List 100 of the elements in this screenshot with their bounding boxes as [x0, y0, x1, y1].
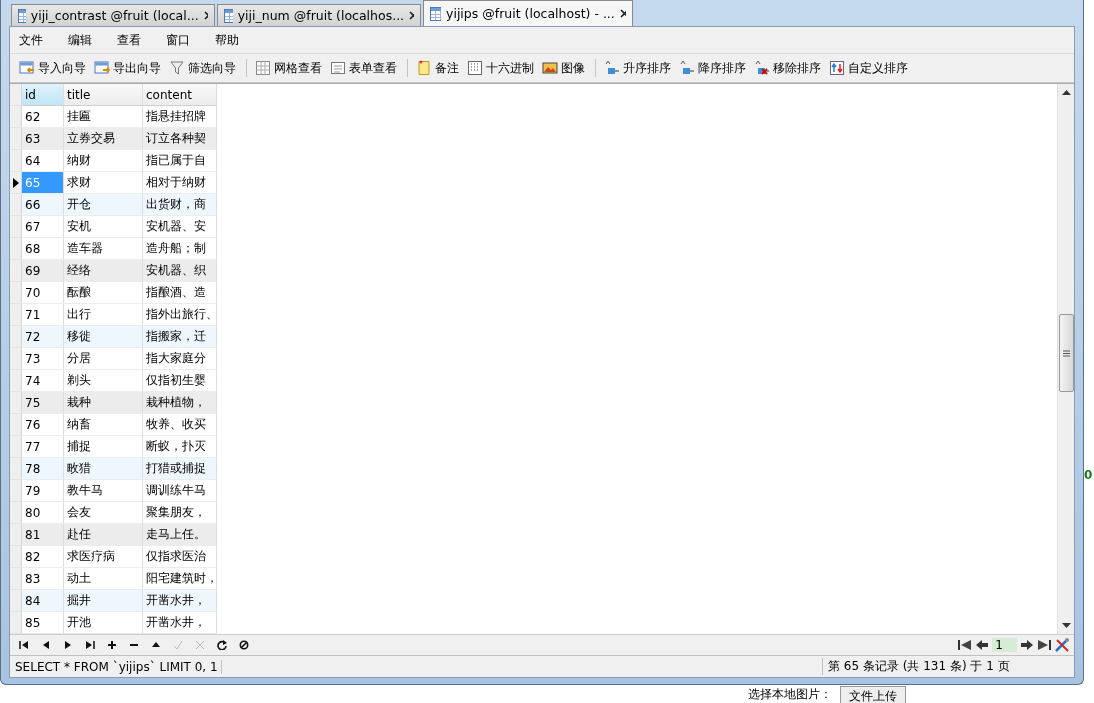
hex-icon: [467, 60, 483, 76]
menu-item[interactable]: 文件: [19, 31, 43, 49]
table-cell: 牧养、收买: [143, 414, 217, 436]
table-cell: 安机器、安: [143, 216, 217, 238]
toolbar-button[interactable]: 导入向导: [16, 59, 89, 77]
column-header[interactable]: content: [143, 84, 217, 106]
tab[interactable]: yiji_num @fruit (localhos...: [217, 4, 421, 26]
table-cell: 85: [22, 612, 64, 634]
scroll-down-icon[interactable]: [1061, 623, 1071, 628]
tools-icon[interactable]: [1054, 637, 1070, 653]
column-header[interactable]: title: [64, 84, 143, 106]
table-cell: 指大家庭分: [143, 348, 217, 370]
table-cell: 经络: [64, 260, 143, 282]
table-cell: 纳财: [64, 150, 143, 172]
previous-page-icon[interactable]: [975, 639, 990, 651]
image-icon: [542, 60, 558, 76]
table-cell: 走马上任。: [143, 524, 217, 546]
table-cell: 开池: [64, 612, 143, 634]
menu-item[interactable]: 编辑: [68, 31, 92, 49]
tab[interactable]: yijips @fruit (localhost) - ...: [423, 0, 633, 26]
table-cell: 72: [22, 326, 64, 348]
add-icon: [107, 640, 117, 650]
remove-icon: [754, 60, 770, 76]
menu-item[interactable]: 查看: [117, 31, 141, 49]
grid-icon: [255, 60, 271, 76]
toolbar-button[interactable]: 筛选向导: [166, 59, 239, 77]
table-cell: 82: [22, 546, 64, 568]
upload-button[interactable]: 文件上传: [840, 686, 906, 703]
table-cell: 76: [22, 414, 64, 436]
stop-icon: [239, 640, 249, 650]
table-cell: 75: [22, 392, 64, 414]
column-header[interactable]: id: [22, 84, 64, 106]
upload-label: 选择本地图片：: [748, 686, 832, 703]
table-cell: 赴任: [64, 524, 143, 546]
table-cell: 78: [22, 458, 64, 480]
toolbar-button[interactable]: 降序排序: [676, 59, 749, 77]
table-cell: 教牛马: [64, 480, 143, 502]
next-page-icon[interactable]: [1020, 639, 1034, 651]
table-cell: 开凿水井，: [143, 612, 217, 634]
table-cell: 仅指求医治: [143, 546, 217, 568]
table-cell: 81: [22, 524, 64, 546]
table-cell: 指搬家，迁: [143, 326, 217, 348]
toolbar-button[interactable]: 升序排序: [601, 59, 674, 77]
next-icon: [63, 640, 73, 650]
first-icon: [19, 640, 29, 650]
table-cell: 84: [22, 590, 64, 612]
apply-icon: [173, 640, 183, 650]
toolbar-button[interactable]: 自定义排序: [826, 59, 911, 77]
table-cell: 出货财，商: [143, 194, 217, 216]
table-cell: 63: [22, 128, 64, 150]
note-icon: [416, 60, 432, 76]
toolbar-button[interactable]: 表单查看: [327, 59, 400, 77]
table-cell: 酝酿: [64, 282, 143, 304]
toolbar-button[interactable]: 导出向导: [91, 59, 164, 77]
menu-item[interactable]: 帮助: [215, 31, 239, 49]
table-icon: [430, 6, 441, 21]
scroll-up-icon[interactable]: [1061, 90, 1071, 95]
form-icon: [330, 60, 346, 76]
table-icon: [224, 8, 233, 23]
toolbar-button[interactable]: 网格查看: [252, 59, 325, 77]
table-cell: 立券交易: [64, 128, 143, 150]
menu-item[interactable]: 窗口: [166, 31, 190, 49]
first-page-icon[interactable]: [958, 639, 973, 651]
tab[interactable]: yiji_contrast @fruit (local...: [11, 4, 215, 26]
scroll-thumb[interactable]: [1059, 314, 1074, 392]
toolbar-button[interactable]: 图像: [539, 59, 588, 77]
prev-icon: [41, 640, 51, 650]
table-cell: 67: [22, 216, 64, 238]
table-cell: 打猎或捕捉: [143, 458, 217, 480]
table-cell: 畋猎: [64, 458, 143, 480]
table-cell: 调训练牛马: [143, 480, 217, 502]
page-field[interactable]: 1: [992, 638, 1017, 652]
table-cell: 73: [22, 348, 64, 370]
table-cell: 70: [22, 282, 64, 304]
table-cell: 指酿酒、造: [143, 282, 217, 304]
row-header[interactable]: [10, 172, 22, 194]
toolbar-button[interactable]: 移除排序: [751, 59, 824, 77]
record-info: 第 65 条记录 (共 131 条) 于 1 页: [822, 658, 1058, 675]
scrollbar[interactable]: [1057, 84, 1074, 634]
current-row-icon: [12, 177, 19, 188]
export-icon: [94, 60, 110, 76]
toolbar-button[interactable]: 十六进制: [464, 59, 537, 77]
table-cell: 指已属于自: [143, 150, 217, 172]
table-cell: 69: [22, 260, 64, 282]
filter-icon: [169, 60, 185, 76]
table-cell: 分居: [64, 348, 143, 370]
table-cell: 栽种植物，: [143, 392, 217, 414]
table-cell: 订立各种契: [143, 128, 217, 150]
table-cell: 安机器、织: [143, 260, 217, 282]
table-cell: 求医疗病: [64, 546, 143, 568]
table-cell: 栽种: [64, 392, 143, 414]
table-cell: 开凿水井，: [143, 590, 217, 612]
table-cell: 纳畜: [64, 414, 143, 436]
sql-query: SELECT * FROM `yijips` LIMIT 0, 1: [10, 659, 222, 674]
table-cell: 65: [22, 172, 64, 194]
last-page-icon[interactable]: [1037, 639, 1051, 651]
toolbar-button[interactable]: 备注: [413, 59, 462, 77]
table-cell: 66: [22, 194, 64, 216]
last-icon: [85, 640, 95, 650]
table-icon: [18, 8, 26, 23]
